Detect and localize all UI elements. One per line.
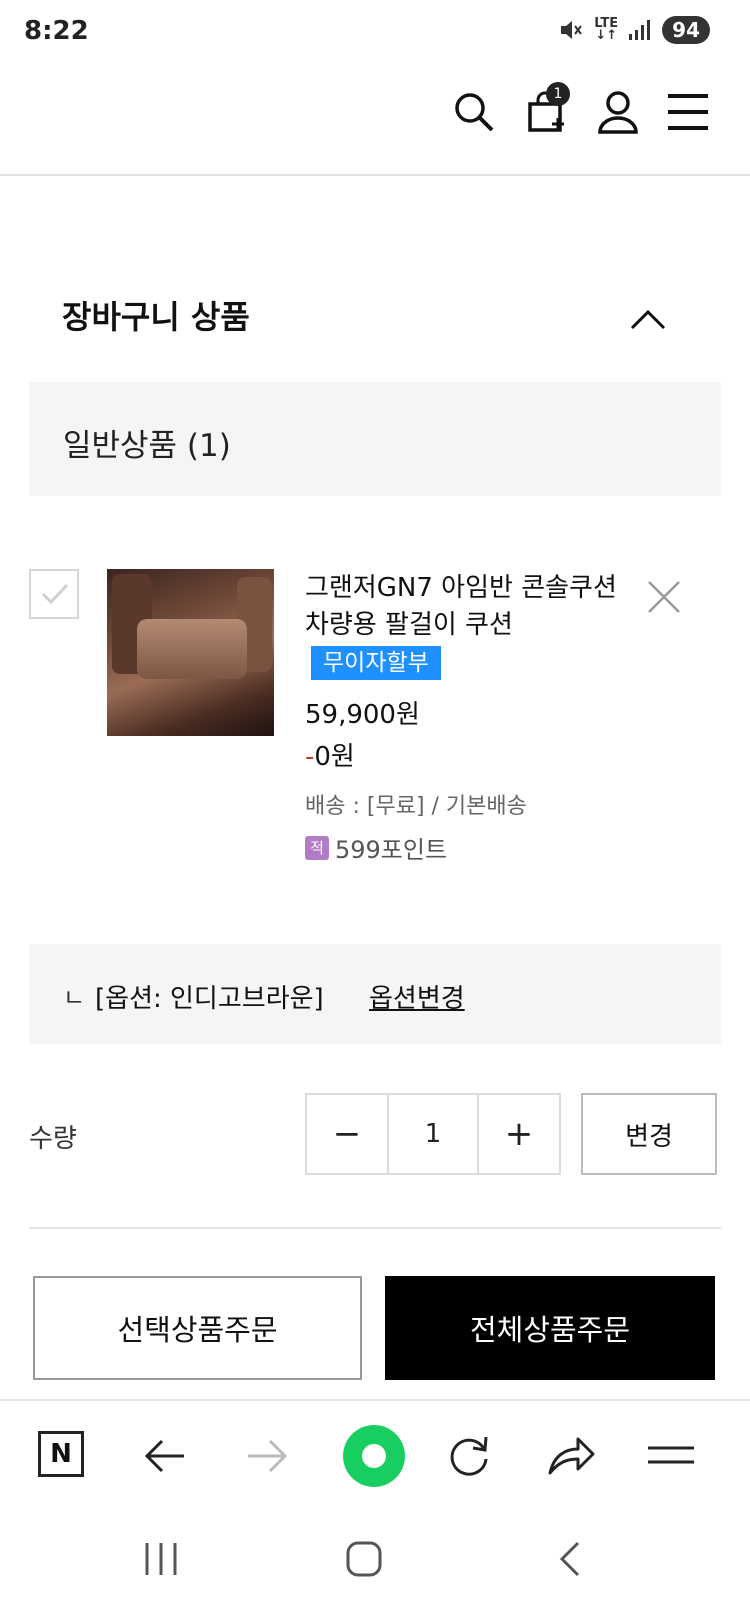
- recent-apps-icon[interactable]: [139, 1537, 183, 1581]
- user-icon[interactable]: [594, 88, 642, 136]
- battery-indicator: 94: [662, 16, 710, 44]
- product-discount: -0원: [305, 736, 355, 773]
- quantity-stepper: − 1 +: [305, 1093, 561, 1175]
- order-all-button[interactable]: 전체상품주문: [385, 1276, 715, 1380]
- status-bar: 8:22 LTE ↓↑ 94: [0, 0, 750, 64]
- discount-value: 0원: [314, 742, 355, 772]
- discount-sign: -: [305, 742, 315, 772]
- product-price: 59,900원: [305, 700, 420, 730]
- forward-arrow-icon[interactable]: [242, 1431, 292, 1481]
- option-bar: ㄴ [옵션: 인디고브라운] 옵션변경: [29, 944, 721, 1044]
- signal-icon: [629, 20, 651, 40]
- cart-count-badge: 1: [546, 82, 570, 106]
- option-indent-icon: ㄴ: [63, 984, 86, 1012]
- points-icon: 적: [305, 835, 329, 860]
- quantity-value[interactable]: 1: [387, 1095, 479, 1173]
- points-info: 적 599포인트: [305, 830, 447, 865]
- option-change-link[interactable]: 옵션변경: [369, 978, 465, 1015]
- browser-toolbar: N: [0, 1399, 750, 1509]
- browser-menu-icon[interactable]: [646, 1431, 696, 1481]
- option-text: [옵션: 인디고브라운]: [95, 984, 324, 1014]
- home-icon[interactable]: [342, 1537, 386, 1581]
- quantity-increase-button[interactable]: +: [479, 1095, 559, 1173]
- quantity-change-button[interactable]: 변경: [581, 1093, 717, 1175]
- refresh-icon[interactable]: [444, 1431, 494, 1481]
- green-dot-button[interactable]: [343, 1425, 405, 1487]
- product-name[interactable]: 그랜저GN7 아임반 콘솔쿠션 차량용 팔걸이 쿠션무이자할부: [305, 570, 635, 681]
- mute-icon: [561, 21, 583, 39]
- menu-icon[interactable]: [664, 88, 712, 136]
- product-group-label: 일반상품 (1): [63, 428, 231, 464]
- cart-button[interactable]: 1: [522, 82, 570, 136]
- points-value: 599포인트: [335, 836, 448, 864]
- share-icon[interactable]: [546, 1431, 596, 1481]
- product-thumbnail[interactable]: [107, 569, 274, 736]
- divider: [29, 1227, 721, 1229]
- site-header: 1: [0, 64, 750, 176]
- naver-home-icon[interactable]: N: [38, 1431, 84, 1477]
- quantity-label: 수량: [29, 1124, 77, 1154]
- close-icon[interactable]: [646, 579, 682, 615]
- chevron-up-icon[interactable]: [628, 300, 668, 340]
- system-back-icon[interactable]: [548, 1537, 592, 1581]
- order-selected-button[interactable]: 선택상품주문: [33, 1276, 362, 1380]
- interest-free-badge: 무이자할부: [311, 645, 441, 680]
- item-select-checkbox[interactable]: [29, 569, 79, 619]
- network-indicator: LTE ↓↑: [594, 16, 619, 43]
- check-icon: [41, 583, 69, 605]
- system-navigation-bar: [0, 1509, 750, 1609]
- status-time: 8:22: [24, 16, 89, 46]
- cart-section-title: 장바구니 상품: [62, 298, 250, 336]
- shipping-info: 배송 : [무료] / 기본배송: [305, 794, 527, 819]
- back-arrow-icon[interactable]: [140, 1431, 190, 1481]
- status-icons: LTE ↓↑ 94: [558, 16, 710, 44]
- search-icon[interactable]: [450, 88, 498, 136]
- product-group-header: 일반상품 (1): [29, 382, 721, 496]
- quantity-decrease-button[interactable]: −: [307, 1095, 387, 1173]
